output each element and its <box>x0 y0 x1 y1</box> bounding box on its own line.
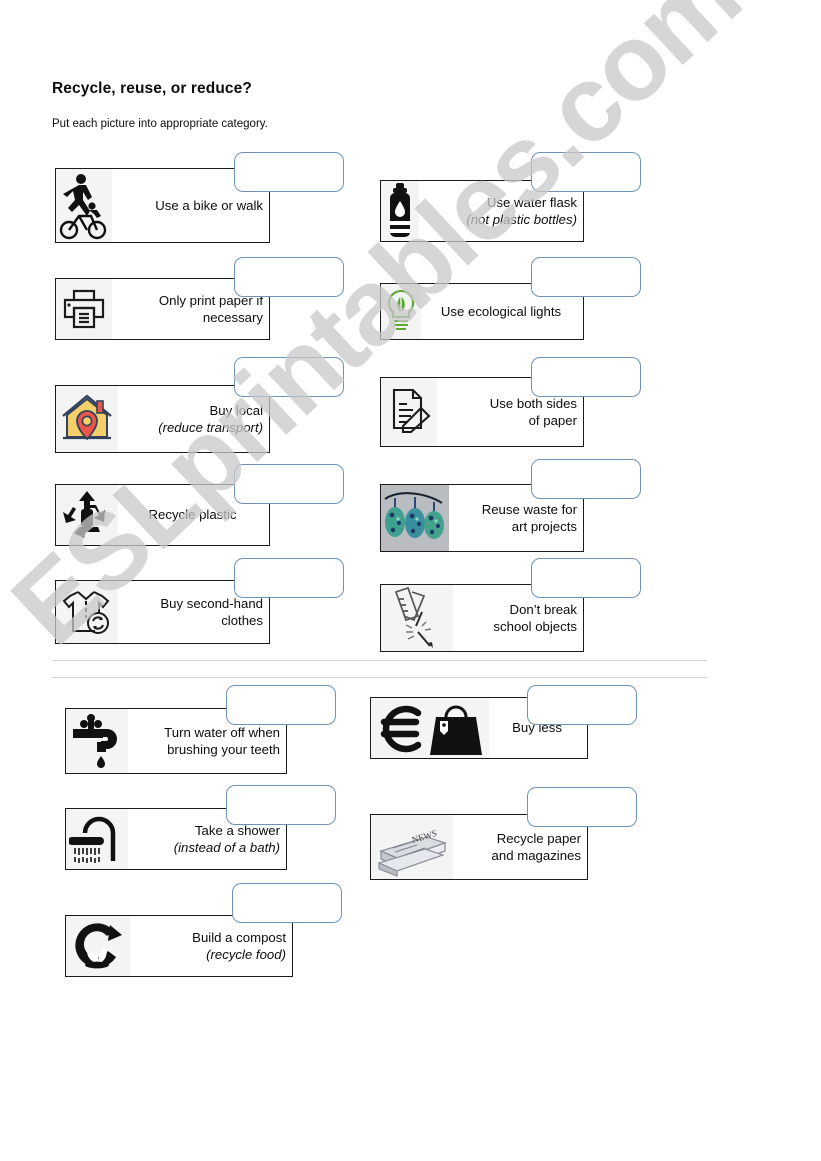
water-flask-icon <box>381 181 419 241</box>
card-label: Use water flask (not plastic bottles) <box>466 194 577 227</box>
card-label: Buy local (reduce transport) <box>158 402 263 435</box>
compost-icon <box>66 916 130 976</box>
answer-box[interactable] <box>234 257 344 297</box>
page-instructions: Put each picture into appropriate catego… <box>52 118 268 130</box>
printer-icon <box>56 279 112 339</box>
answer-box[interactable] <box>531 152 641 192</box>
section-divider-lower <box>52 677 707 678</box>
card-label: Buy second-hand clothes <box>160 595 263 628</box>
answer-box[interactable] <box>232 883 342 923</box>
answer-box[interactable] <box>531 357 641 397</box>
card-label: Build a compost (recycle food) <box>192 929 286 962</box>
card-label: Turn water off when brushing your teeth <box>164 724 280 757</box>
house-pin-icon <box>56 386 118 452</box>
shirt-recycle-icon <box>56 581 118 643</box>
eco-lightbulb-icon <box>381 284 421 339</box>
recycle-bottle-icon <box>56 485 118 545</box>
card-label: Use a bike or walk <box>155 197 263 213</box>
answer-box[interactable] <box>531 558 641 598</box>
card-label: Take a shower (instead of a bath) <box>173 822 280 855</box>
card-label: Use ecological lights <box>440 303 562 319</box>
page-title: Recycle, reuse, or reduce? <box>52 80 252 97</box>
answer-box[interactable] <box>234 558 344 598</box>
answer-box[interactable] <box>226 685 336 725</box>
walk-bike-icon <box>56 169 112 242</box>
answer-box[interactable] <box>531 459 641 499</box>
answer-box[interactable] <box>234 464 344 504</box>
answer-box[interactable] <box>527 787 637 827</box>
picture-card[interactable]: Build a compost (recycle food) <box>65 915 293 977</box>
answer-box[interactable] <box>234 357 344 397</box>
card-label: Don’t break school objects <box>493 601 577 634</box>
answer-box[interactable] <box>234 152 344 192</box>
paper-pencil-icon <box>381 378 437 446</box>
broken-ruler-icon <box>381 585 453 651</box>
worksheet-header: Recycle, reuse, or reduce? Put each pict… <box>52 80 752 130</box>
answer-box[interactable] <box>531 257 641 297</box>
newspapers-icon: NEWS <box>371 815 453 879</box>
card-label: Recycle paper and magazines <box>491 830 581 863</box>
craft-ornaments-icon <box>381 485 449 551</box>
faucet-icon <box>66 709 128 773</box>
section-divider-upper <box>52 660 707 661</box>
card-label: Reuse waste for art projects <box>481 501 577 534</box>
worksheet-page: ESLprintables.com Recycle, reuse, or red… <box>0 0 821 1161</box>
card-label: Recycle plastic <box>148 507 237 523</box>
answer-box[interactable] <box>226 785 336 825</box>
euro-bag-icon <box>371 698 489 758</box>
card-label: Use both sides of paper <box>489 395 577 428</box>
shower-icon <box>66 809 128 869</box>
answer-box[interactable] <box>527 685 637 725</box>
